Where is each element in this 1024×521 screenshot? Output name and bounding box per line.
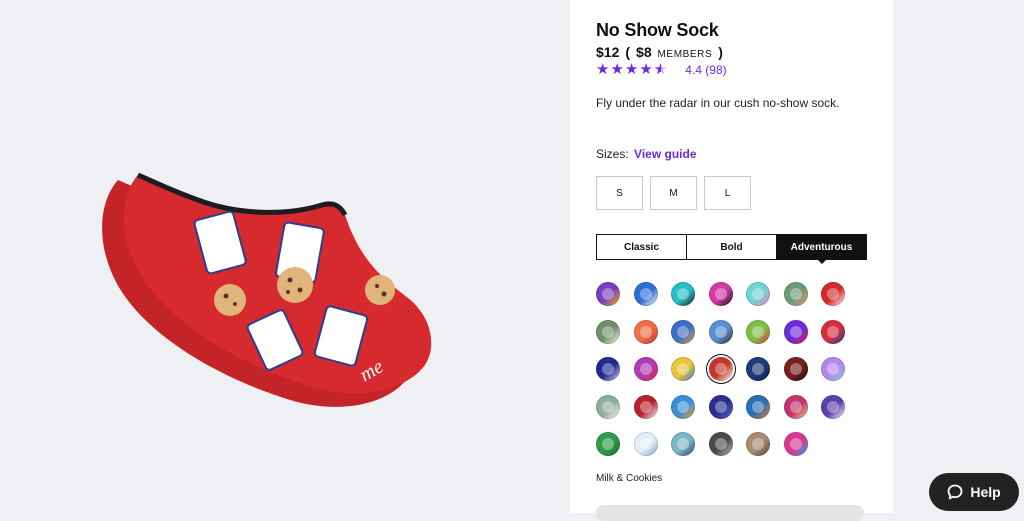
rating-text[interactable]: 4.4 (98)	[685, 63, 726, 77]
sizes-row: Sizes: View guide	[596, 147, 697, 161]
color-swatch[interactable]	[708, 282, 733, 306]
size-option-m[interactable]: M	[650, 176, 697, 210]
members-label: MEMBERS	[657, 49, 713, 60]
color-swatch[interactable]	[596, 432, 620, 456]
color-swatch[interactable]	[708, 394, 733, 419]
paren-open: (	[625, 44, 631, 60]
selected-style-name: Milk & Cookies	[596, 473, 663, 484]
add-to-bag-button[interactable]	[596, 505, 864, 521]
product-description: Fly under the radar in our cush no-show …	[596, 96, 840, 110]
view-guide-link[interactable]: View guide	[634, 147, 696, 161]
price-line: $12 ( $8 MEMBERS)	[596, 44, 729, 60]
page-background	[893, 0, 1024, 513]
chat-bubble-icon	[947, 484, 963, 500]
star-icon: ★	[610, 61, 624, 78]
size-option-l[interactable]: L	[704, 176, 751, 210]
color-swatch[interactable]	[746, 282, 770, 306]
color-swatch[interactable]	[746, 432, 770, 456]
tab-classic[interactable]: Classic	[597, 235, 687, 259]
color-swatch[interactable]	[821, 319, 845, 344]
color-swatch[interactable]	[671, 319, 695, 344]
color-swatch[interactable]	[746, 394, 770, 419]
member-price: $8	[636, 44, 652, 60]
size-option-s[interactable]: S	[596, 176, 643, 210]
regular-price: $12	[596, 44, 620, 60]
color-swatch[interactable]	[783, 394, 808, 419]
half-star-icon: ★ ★	[653, 61, 668, 78]
color-swatch[interactable]	[633, 282, 658, 306]
paren-close: )	[718, 44, 723, 60]
rating-stars: ★ ★ ★ ★ ★ ★	[596, 62, 667, 78]
color-swatch[interactable]	[746, 319, 770, 344]
product-image: me	[102, 172, 432, 407]
sizes-label: Sizes:	[596, 147, 629, 161]
color-swatch[interactable]	[821, 357, 845, 381]
color-swatch[interactable]	[821, 394, 845, 419]
color-swatch[interactable]	[633, 357, 658, 381]
color-swatch[interactable]	[671, 432, 695, 456]
product-image-area: me	[0, 0, 570, 513]
star-icon: ★	[639, 61, 653, 78]
tab-adventurous[interactable]: Adventurous	[777, 235, 866, 264]
color-swatch[interactable]	[783, 282, 808, 306]
color-swatch[interactable]	[596, 319, 620, 344]
tab-bold[interactable]: Bold	[687, 235, 777, 259]
color-swatch[interactable]	[821, 282, 845, 306]
color-swatch[interactable]	[596, 282, 620, 306]
color-swatch[interactable]	[746, 357, 770, 381]
color-swatch[interactable]	[708, 357, 733, 381]
color-swatch[interactable]	[671, 282, 695, 306]
color-swatch[interactable]	[783, 357, 808, 381]
color-swatch[interactable]	[633, 319, 658, 344]
help-button[interactable]: Help	[929, 473, 1019, 511]
color-swatch[interactable]	[708, 432, 733, 456]
color-swatch[interactable]	[633, 432, 658, 456]
help-label: Help	[970, 484, 1001, 500]
color-swatch[interactable]	[783, 432, 808, 456]
star-icon: ★	[596, 61, 610, 78]
style-tabs: Classic Bold Adventurous	[596, 234, 867, 264]
color-swatch[interactable]	[671, 357, 695, 381]
color-swatch[interactable]	[596, 357, 620, 381]
product-detail-panel: No Show Sock $12 ( $8 MEMBERS) ★ ★ ★ ★ ★ ★ …	[570, 0, 893, 521]
color-swatch[interactable]	[671, 394, 695, 419]
color-swatch[interactable]	[708, 319, 733, 344]
rating[interactable]: ★ ★ ★ ★ ★ ★ 4.4 (98)	[596, 62, 727, 78]
color-swatch[interactable]	[596, 394, 620, 419]
color-swatch[interactable]	[633, 394, 658, 419]
color-swatch[interactable]	[783, 319, 808, 344]
star-icon: ★	[624, 61, 639, 78]
product-title: No Show Sock	[596, 20, 719, 40]
